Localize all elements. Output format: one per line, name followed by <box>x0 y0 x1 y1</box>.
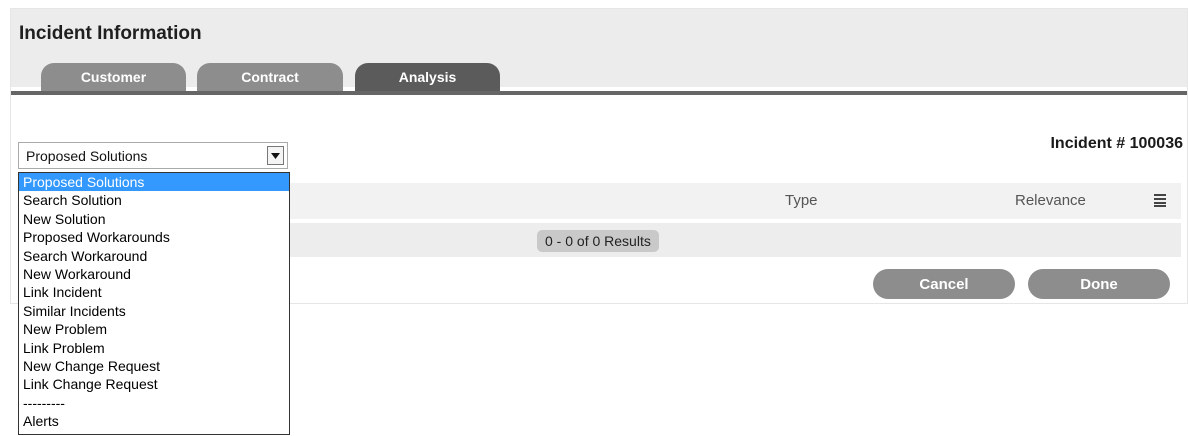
dropdown-separator: --------- <box>23 394 65 411</box>
column-header-relevance[interactable]: Relevance <box>1015 192 1086 209</box>
tab-analysis[interactable]: Analysis <box>355 63 500 91</box>
tab-customer[interactable]: Customer <box>41 63 186 91</box>
tab-contract[interactable]: Contract <box>197 63 343 91</box>
dropdown-option-similar-incidents[interactable]: Similar Incidents <box>19 302 289 320</box>
dropdown-option-proposed-solutions[interactable]: Proposed Solutions <box>19 173 289 192</box>
page-title: Incident Information <box>19 23 202 44</box>
dropdown-option-new-change-request[interactable]: New Change Request <box>19 357 289 375</box>
results-count-badge: 0 - 0 of 0 Results <box>537 230 659 252</box>
chevron-down-icon[interactable] <box>267 146 284 165</box>
analysis-type-dropdown-list[interactable]: Proposed Solutions Search Solution New S… <box>18 172 290 435</box>
tab-bar-divider <box>11 91 1187 95</box>
column-header-type[interactable]: Type <box>785 192 818 209</box>
dropdown-option-new-workaround[interactable]: New Workaround <box>19 265 289 283</box>
done-button[interactable]: Done <box>1028 269 1170 299</box>
dropdown-option-search-workaround[interactable]: Search Workaround <box>19 247 289 265</box>
select-current-value: Proposed Solutions <box>26 148 148 164</box>
cancel-button[interactable]: Cancel <box>873 269 1015 299</box>
dropdown-option-link-problem[interactable]: Link Problem <box>19 339 289 357</box>
column-menu-icon[interactable] <box>1154 193 1166 207</box>
dropdown-option-search-solution[interactable]: Search Solution <box>19 191 289 209</box>
dropdown-option-new-problem[interactable]: New Problem <box>19 320 289 338</box>
dropdown-option-link-incident[interactable]: Link Incident <box>19 283 289 301</box>
dropdown-option-alerts[interactable]: Alerts <box>19 412 289 430</box>
incident-number: Incident # 100036 <box>1050 135 1183 152</box>
dropdown-option-link-change-request[interactable]: Link Change Request <box>19 375 289 393</box>
dropdown-option-proposed-workarounds[interactable]: Proposed Workarounds <box>19 228 289 246</box>
dropdown-option-new-solution[interactable]: New Solution <box>19 210 289 228</box>
analysis-type-select[interactable]: Proposed Solutions <box>18 142 288 169</box>
panel-header: Incident Information Customer Contract A… <box>11 9 1187 91</box>
